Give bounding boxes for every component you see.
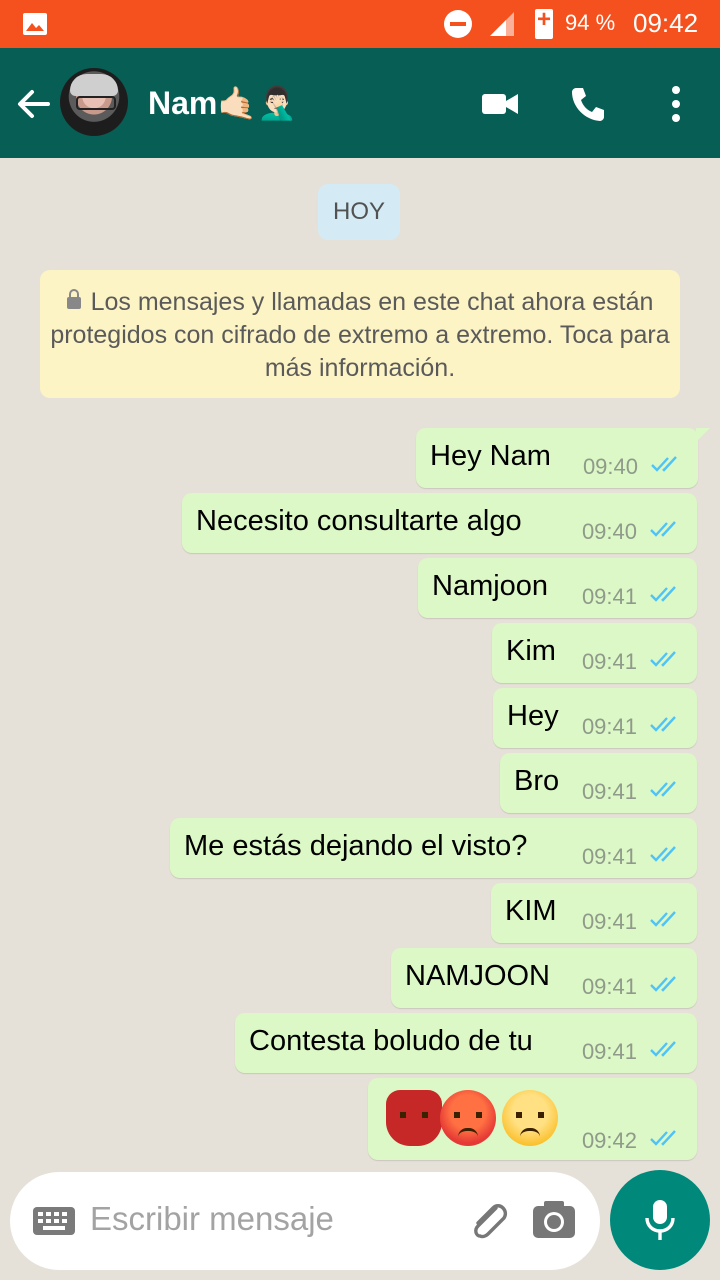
annoyed-face-emoji	[502, 1090, 558, 1146]
avatar-glasses	[76, 96, 116, 110]
encryption-notice-text: Los mensajes y llamadas en este chat aho…	[50, 288, 670, 382]
message-time: 09:41	[581, 649, 637, 674]
double-check-icon	[650, 1041, 676, 1057]
double-check-icon	[650, 716, 676, 732]
message-bubble[interactable]: Contesta boludo de tu 09:41	[235, 1013, 697, 1073]
microphone-button[interactable]	[610, 1170, 710, 1270]
double-check-icon	[650, 781, 676, 797]
message-input-bar[interactable]: Escribir mensaje	[10, 1172, 600, 1270]
message-text: Necesito consultarte algo	[196, 505, 522, 537]
message-bubble[interactable]: Hey 09:41	[493, 688, 697, 748]
camera-icon[interactable]	[532, 1200, 576, 1240]
message-text: KIM	[505, 895, 557, 927]
keyboard-icon[interactable]	[32, 1204, 76, 1238]
message-bubble[interactable]: Necesito consultarte algo 09:40	[182, 493, 697, 553]
message-bubble[interactable]: Me estás dejando el visto? 09:41	[170, 818, 697, 878]
message-text: Hey Nam	[430, 440, 551, 472]
message-time: 09:41	[581, 1039, 637, 1064]
double-check-icon	[650, 651, 676, 667]
gallery-notification-icon	[23, 13, 47, 35]
message-time: 09:41	[581, 844, 637, 869]
contact-avatar[interactable]	[60, 68, 128, 136]
message-bubble[interactable]: Bro 09:41	[500, 753, 697, 813]
message-bubble[interactable]: KIM 09:41	[491, 883, 697, 943]
chat-header: Nam🤙🏻🤦🏻‍♂️	[0, 48, 720, 158]
double-check-icon	[650, 976, 676, 992]
contact-name[interactable]: Nam🤙🏻🤦🏻‍♂️	[148, 84, 297, 122]
message-time: 09:41	[581, 779, 637, 804]
message-bubble[interactable]: NAMJOON 09:41	[391, 948, 697, 1008]
message-input[interactable]: Escribir mensaje	[90, 1200, 334, 1238]
message-text: Namjoon	[432, 570, 549, 602]
video-call-icon[interactable]	[480, 84, 520, 124]
message-text: Contesta boludo de tu	[249, 1025, 533, 1057]
message-time: 09:40	[581, 519, 637, 544]
attach-clip-icon[interactable]	[466, 1198, 512, 1244]
message-time: 09:41	[581, 974, 637, 999]
avatar-hair	[70, 74, 118, 96]
signal-icon	[490, 12, 514, 36]
message-time: 09:42	[581, 1128, 637, 1153]
message-bubble[interactable]: Kim 09:41	[492, 623, 697, 683]
double-check-icon	[650, 521, 676, 537]
emoji-message-bubble[interactable]: 09:42	[368, 1078, 697, 1160]
date-chip: HOY	[318, 184, 400, 240]
lock-icon	[66, 289, 81, 309]
chat-area[interactable]: HOY Los mensajes y llamadas en este chat…	[0, 158, 720, 1280]
message-text: Kim	[506, 635, 556, 667]
message-text: Bro	[514, 765, 560, 797]
message-time: 09:41	[581, 909, 637, 934]
double-check-icon	[650, 911, 676, 927]
back-arrow-icon[interactable]	[14, 84, 54, 124]
message-time: 09:41	[581, 714, 637, 739]
encryption-notice[interactable]: Los mensajes y llamadas en este chat aho…	[40, 270, 680, 398]
battery-percentage: 94 %	[565, 10, 616, 35]
message-time: 09:40	[582, 454, 638, 479]
double-check-icon	[650, 586, 676, 602]
angry-face-emoji	[440, 1090, 496, 1146]
message-time: 09:41	[581, 584, 637, 609]
double-check-icon	[650, 1130, 676, 1146]
clock: 09:42	[633, 8, 699, 38]
red-mask-emoji	[386, 1090, 442, 1146]
more-options-icon[interactable]	[664, 84, 688, 124]
microphone-icon	[645, 1200, 675, 1240]
phone-call-icon[interactable]	[568, 84, 608, 124]
message-text: Hey	[507, 700, 559, 732]
double-check-icon	[651, 456, 677, 472]
double-check-icon	[650, 846, 676, 862]
battery-icon	[535, 6, 553, 39]
message-bubble[interactable]: Hey Nam 09:40	[416, 428, 710, 488]
message-text: Me estás dejando el visto?	[184, 830, 528, 862]
message-text: NAMJOON	[405, 960, 550, 992]
message-bubble[interactable]: Namjoon 09:41	[418, 558, 697, 618]
status-bar: 94 % 09:42	[0, 0, 720, 48]
do-not-disturb-icon	[444, 10, 472, 38]
